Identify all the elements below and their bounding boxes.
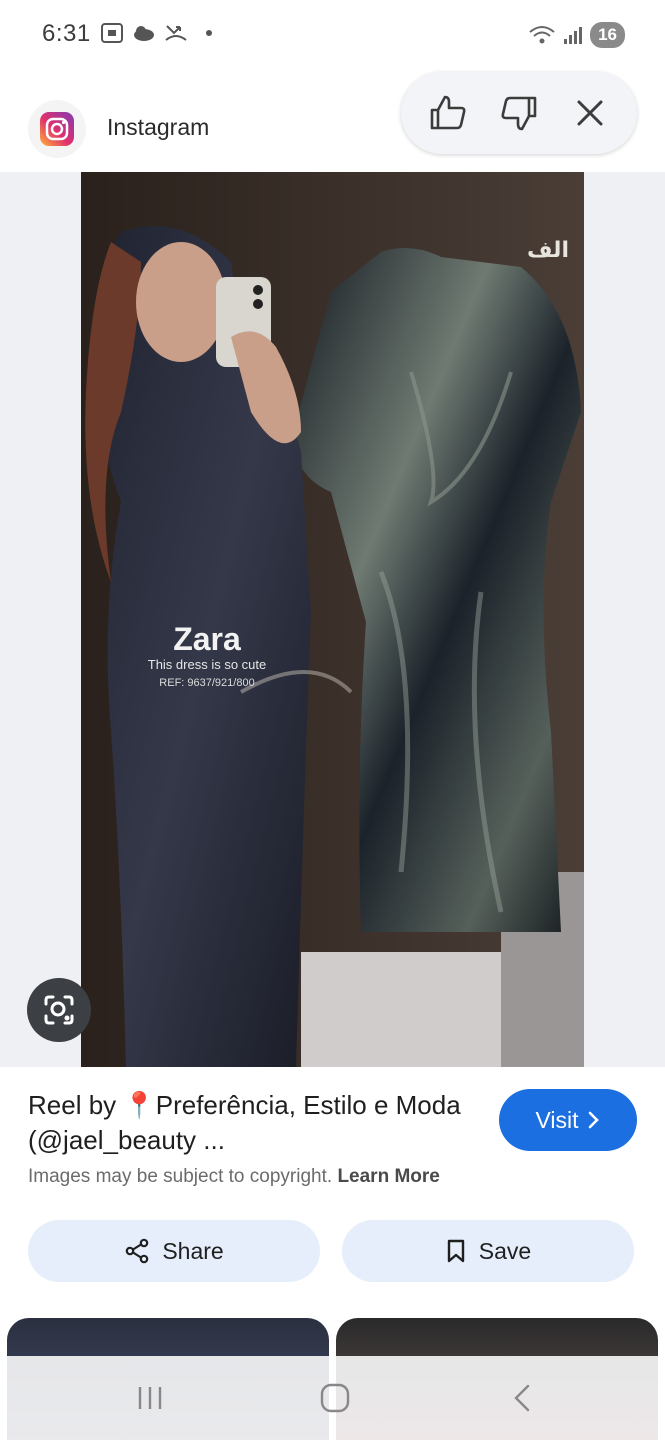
system-navigation-bar	[0, 1356, 665, 1440]
recent-apps-icon	[138, 1387, 162, 1409]
bookmark-icon	[447, 1239, 464, 1263]
overlay-arabic-text: الف	[527, 238, 569, 263]
overlay-ref-text: REF: 9637/921/800	[159, 677, 254, 689]
chevron-right-icon	[588, 1111, 599, 1129]
photo-illustration: الف Zara This dress is so cute REF: 9637…	[81, 172, 584, 1067]
recent-apps-button[interactable]	[120, 1378, 180, 1418]
signal-icon	[564, 27, 583, 44]
back-button[interactable]	[492, 1378, 552, 1418]
share-icon	[126, 1238, 149, 1264]
close-button[interactable]	[562, 85, 618, 141]
instagram-logo	[40, 112, 74, 146]
close-icon	[577, 100, 603, 126]
screenshot-icon	[101, 23, 123, 43]
copyright-notice: Images may be subject to copyright. Lear…	[28, 1166, 440, 1188]
thumbs-down-icon	[501, 96, 537, 131]
learn-more-link[interactable]: Learn More	[337, 1166, 439, 1187]
home-button[interactable]	[305, 1378, 365, 1418]
battery-level: 16	[590, 22, 625, 48]
status-bar: 6:31 16	[0, 0, 665, 72]
result-title[interactable]: Reel by 📍Preferência, Estilo e Moda (@ja…	[28, 1088, 468, 1158]
result-image[interactable]: الف Zara This dress is so cute REF: 9637…	[81, 172, 584, 1067]
lens-icon	[44, 995, 74, 1025]
overlay-brand-text: Zara	[173, 621, 241, 657]
share-label: Share	[162, 1237, 224, 1264]
feedback-controls	[401, 72, 637, 154]
image-preview-area: الف Zara This dress is so cute REF: 9637…	[0, 172, 665, 1067]
status-notification-icons	[100, 22, 212, 44]
result-header: Instagram	[0, 72, 665, 172]
source-app-name[interactable]: Instagram	[107, 114, 209, 141]
save-label: Save	[478, 1237, 532, 1264]
wifi-icon	[529, 26, 555, 44]
visit-label: Visit	[535, 1106, 579, 1133]
cloud-icon	[134, 26, 154, 41]
status-time: 6:31	[42, 20, 91, 47]
more-notifications-dot	[206, 30, 212, 36]
thumbs-up-icon	[431, 95, 466, 130]
status-system-icons: 16	[528, 22, 625, 48]
thumbs-up-button[interactable]	[420, 85, 476, 141]
save-button[interactable]: Save	[342, 1220, 634, 1282]
missed-call-icon	[165, 25, 187, 41]
back-icon	[514, 1384, 530, 1412]
source-app-icon[interactable]	[28, 100, 86, 158]
copyright-text: Images may be subject to copyright.	[28, 1166, 333, 1187]
home-icon	[320, 1383, 350, 1413]
share-button[interactable]: Share	[28, 1220, 320, 1282]
thumbs-down-button[interactable]	[491, 85, 547, 141]
overlay-caption-text: This dress is so cute	[148, 657, 267, 672]
visit-button[interactable]: Visit	[499, 1089, 637, 1151]
lens-search-button[interactable]	[27, 978, 91, 1042]
